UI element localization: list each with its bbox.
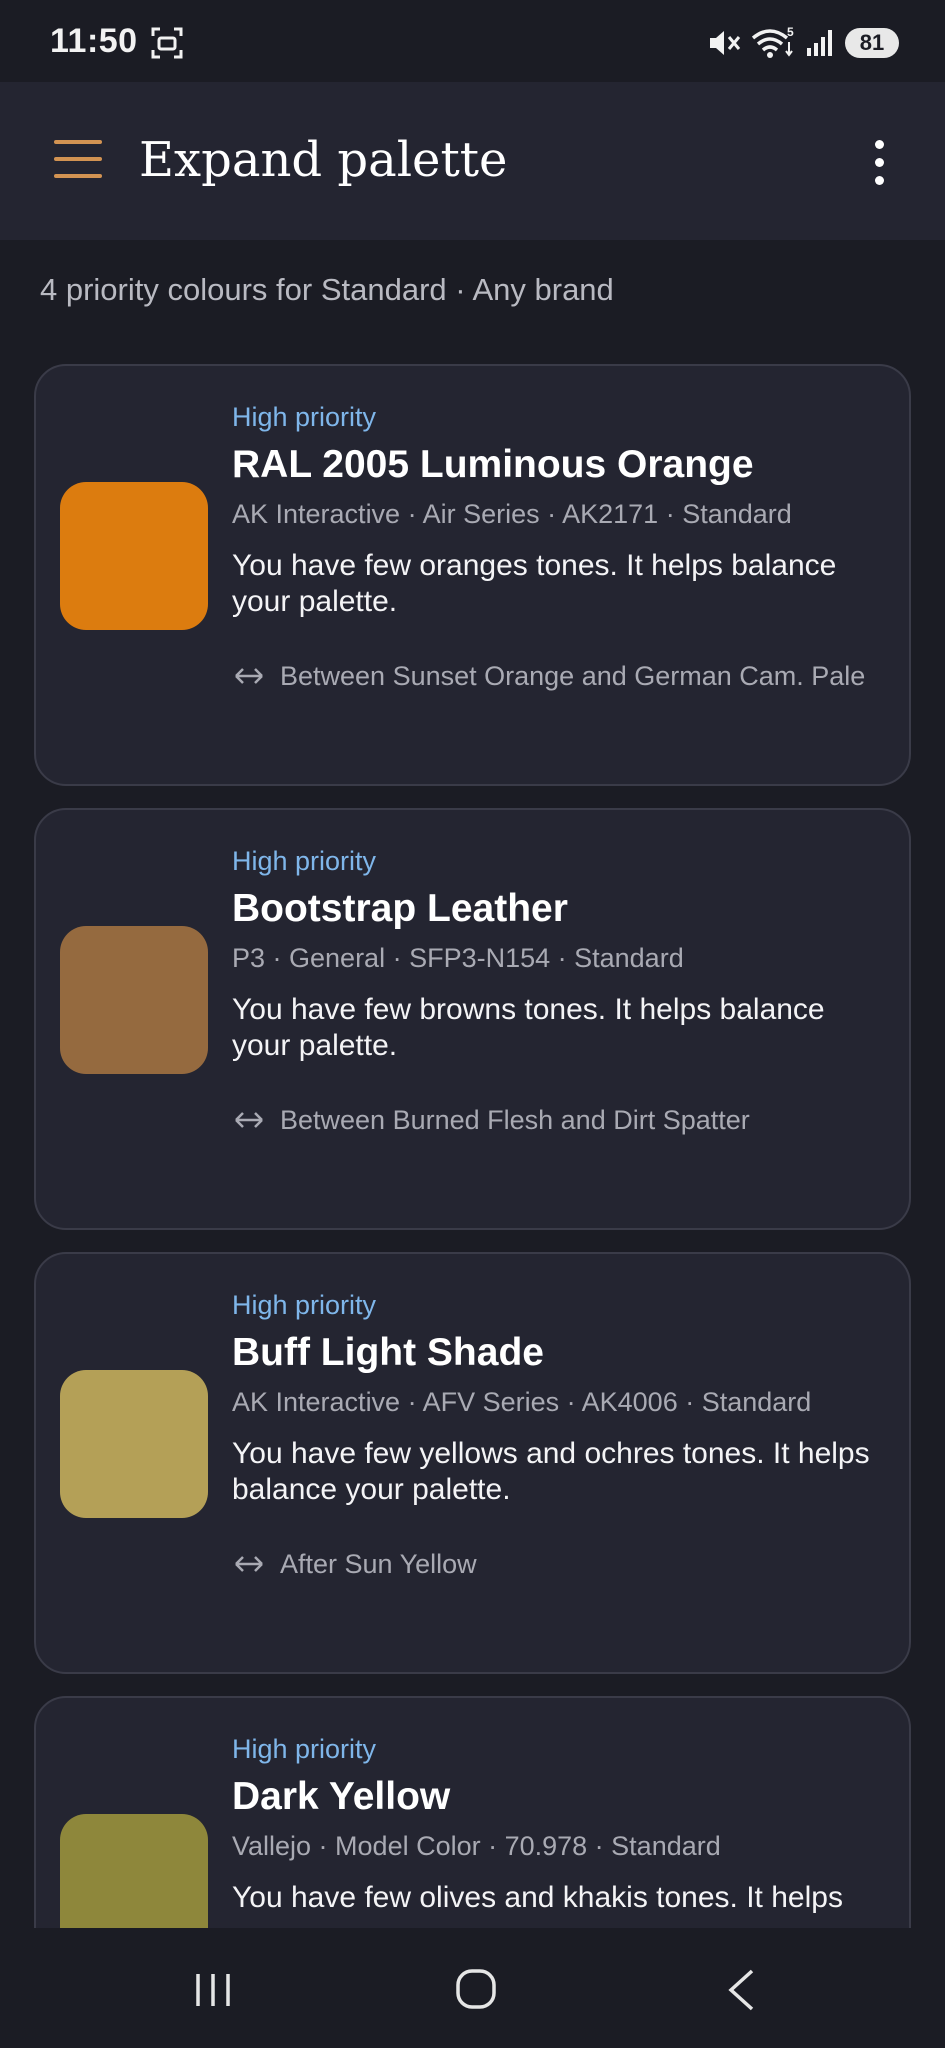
recents-icon[interactable] bbox=[192, 1972, 234, 2008]
color-swatch bbox=[60, 482, 208, 630]
more-options-icon[interactable] bbox=[875, 140, 885, 185]
back-icon[interactable] bbox=[726, 1968, 756, 2012]
suggestion-reason: You have few yellows and ochres tones. I… bbox=[232, 1437, 870, 1506]
suggestion-card[interactable]: High priority Dark Yellow Vallejo · Mode… bbox=[34, 1696, 911, 1928]
suggestion-reason: You have few olives and khakis tones. It… bbox=[232, 1881, 843, 1914]
paint-details: Vallejo · Model Color · 70.978 · Standar… bbox=[232, 1831, 721, 1861]
wifi-icon: 5 bbox=[751, 26, 794, 58]
between-text: Between Burned Flesh and Dirt Spatter bbox=[280, 1105, 750, 1135]
color-swatch bbox=[60, 1370, 208, 1518]
between-row: Between Burned Flesh and Dirt Spatter bbox=[232, 1102, 889, 1138]
status-bar: 11:50 5 81 bbox=[0, 0, 945, 82]
priority-label: High priority bbox=[232, 1290, 377, 1320]
screenshot-icon bbox=[151, 27, 183, 59]
suggestion-reason: You have few oranges tones. It helps bal… bbox=[232, 549, 837, 618]
color-swatch bbox=[60, 1814, 208, 1928]
app-bar: Expand palette bbox=[0, 82, 945, 240]
color-swatch bbox=[60, 926, 208, 1074]
between-row: After Sun Yellow bbox=[232, 1546, 889, 1582]
system-nav-bar bbox=[0, 1928, 945, 2048]
menu-icon[interactable] bbox=[54, 140, 102, 180]
suggestion-list[interactable]: High priority RAL 2005 Luminous Orange A… bbox=[0, 364, 945, 1928]
home-icon[interactable] bbox=[455, 1968, 497, 2010]
suggestion-card[interactable]: High priority Buff Light Shade AK Intera… bbox=[34, 1252, 911, 1674]
signal-icon bbox=[807, 30, 832, 56]
priority-label: High priority bbox=[232, 846, 377, 876]
double-arrow-icon bbox=[235, 1112, 263, 1128]
double-arrow-icon bbox=[235, 668, 263, 684]
paint-name: Dark Yellow bbox=[232, 1775, 451, 1818]
battery-indicator: 81 bbox=[845, 28, 899, 58]
mute-icon bbox=[710, 31, 741, 55]
status-time: 11:50 bbox=[50, 22, 138, 60]
paint-name: Buff Light Shade bbox=[232, 1331, 544, 1374]
priority-label: High priority bbox=[232, 402, 377, 432]
paint-name: Bootstrap Leather bbox=[232, 887, 568, 930]
between-text: After Sun Yellow bbox=[280, 1549, 477, 1579]
suggestion-reason: You have few browns tones. It helps bala… bbox=[232, 993, 825, 1062]
suggestion-card[interactable]: High priority Bootstrap Leather P3 · Gen… bbox=[34, 808, 911, 1230]
paint-name: RAL 2005 Luminous Orange bbox=[232, 443, 754, 486]
priority-label: High priority bbox=[232, 1734, 377, 1764]
suggestion-card[interactable]: High priority RAL 2005 Luminous Orange A… bbox=[34, 364, 911, 786]
page-title: Expand palette bbox=[139, 132, 508, 188]
paint-details: AK Interactive · AFV Series · AK4006 · S… bbox=[232, 1387, 812, 1417]
double-arrow-icon bbox=[235, 1556, 263, 1572]
between-text: Between Sunset Orange and German Cam. Pa… bbox=[280, 661, 866, 691]
network-badge: 5 bbox=[787, 26, 794, 39]
paint-details: P3 · General · SFP3-N154 · Standard bbox=[232, 943, 684, 973]
paint-details: AK Interactive · Air Series · AK2171 · S… bbox=[232, 499, 792, 529]
between-row: Between Sunset Orange and German Cam. Pa… bbox=[232, 658, 889, 694]
summary-text: 4 priority colours for Standard · Any br… bbox=[40, 272, 614, 307]
status-indicators: 5 81 bbox=[707, 24, 899, 62]
